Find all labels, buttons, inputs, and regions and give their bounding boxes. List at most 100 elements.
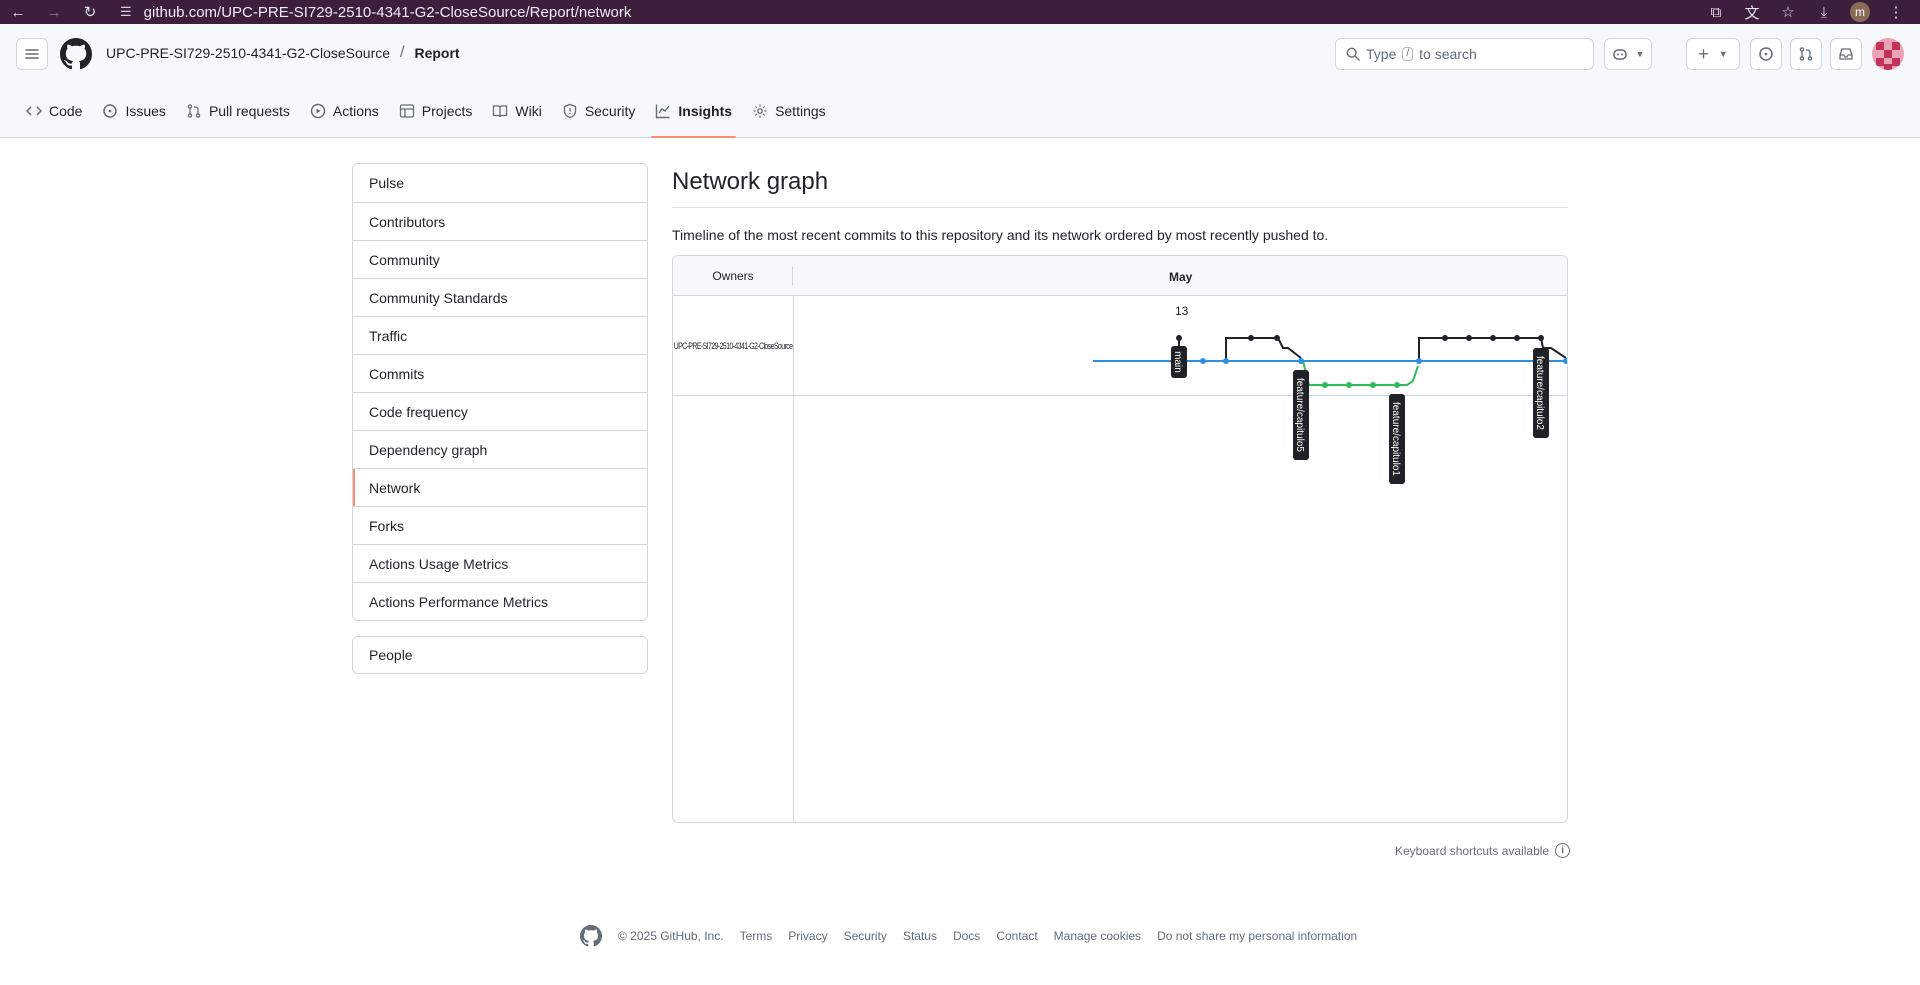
repo-link[interactable]: Report xyxy=(414,45,459,61)
keyboard-shortcuts-text: Keyboard shortcuts available xyxy=(1395,843,1550,858)
copilot-icon xyxy=(1612,49,1627,60)
footer-link-privacy[interactable]: Privacy xyxy=(788,929,827,943)
footer: © 2025 GitHub, Inc. Terms Privacy Security… xyxy=(580,925,1357,947)
footer-link-contact[interactable]: Contact xyxy=(996,929,1037,943)
tab-label: Settings xyxy=(775,103,826,119)
sidebar-item-dependency-graph[interactable]: Dependency graph xyxy=(353,430,647,468)
tab-security[interactable]: Security xyxy=(552,84,646,138)
code-icon xyxy=(26,106,42,116)
sidebar-item-commits[interactable]: Commits xyxy=(353,354,647,392)
sidebar-item-traffic[interactable]: Traffic xyxy=(353,316,647,354)
back-icon[interactable]: ← xyxy=(0,0,36,24)
sidebar-item-network[interactable]: Network xyxy=(353,468,647,506)
github-logo-icon[interactable] xyxy=(60,38,92,70)
sidebar-item-code-frequency[interactable]: Code frequency xyxy=(353,392,647,430)
tab-actions[interactable]: Actions xyxy=(300,84,389,138)
sidebar-item-forks[interactable]: Forks xyxy=(353,506,647,544)
avatar[interactable] xyxy=(1872,38,1904,70)
sidebar-item-contributors[interactable]: Contributors xyxy=(353,202,647,240)
footer-link-manage-cookies[interactable]: Manage cookies xyxy=(1054,929,1141,943)
bookmark-star-icon[interactable]: ☆ xyxy=(1772,0,1804,24)
tab-projects[interactable]: Projects xyxy=(389,84,483,138)
sidebar-item-pulse[interactable]: Pulse xyxy=(353,164,647,202)
page-description: Timeline of the most recent commits to t… xyxy=(672,227,1329,243)
tab-pull-requests[interactable]: Pull requests xyxy=(176,84,300,138)
footer-link-security[interactable]: Security xyxy=(844,929,887,943)
play-icon xyxy=(310,103,326,119)
tab-label: Security xyxy=(584,103,636,119)
commit-dot xyxy=(1370,382,1376,388)
sidebar-item-community-standards[interactable]: Community Standards xyxy=(353,278,647,316)
people-sidebar: People xyxy=(352,636,648,674)
search-input[interactable]: Type / to search xyxy=(1335,38,1594,70)
tab-label: Code xyxy=(49,103,83,119)
tab-label: Pull requests xyxy=(208,103,290,119)
footer-link-do-not-share-my-personal-information[interactable]: Do not share my personal information xyxy=(1157,929,1357,943)
browser-menu-icon[interactable]: ⋮ xyxy=(1880,0,1912,24)
search-placeholder-suffix: to search xyxy=(1419,46,1477,62)
reload-icon[interactable]: ↻ xyxy=(72,0,108,24)
table-icon xyxy=(399,104,414,118)
github-footer-logo-icon[interactable] xyxy=(580,925,602,947)
repo-header: UPC-PRE-SI729-2510-4341-G2-CloseSource /… xyxy=(0,24,1920,138)
commit-dot xyxy=(1416,358,1422,364)
create-new-button[interactable]: + ▼ xyxy=(1686,38,1740,70)
keyboard-shortcuts-hint[interactable]: Keyboard shortcuts available i xyxy=(1395,843,1571,858)
tab-code[interactable]: Code xyxy=(16,84,92,138)
tab-label: Projects xyxy=(421,103,473,119)
repo-navigation: Code Issues Pull requests Actions Projects Wi… xyxy=(16,84,836,138)
branch-label-capitulo5: feature/capitulo5 xyxy=(1293,370,1309,460)
profile-button[interactable]: m xyxy=(1844,0,1876,24)
commit-dot xyxy=(1563,358,1567,364)
network-graph-canvas: main feature/capitulo5 feature/capitulo1… xyxy=(1093,335,1567,484)
commit-dot xyxy=(1394,382,1400,388)
search-placeholder-prefix: Type xyxy=(1366,46,1397,62)
forward-icon[interactable]: → xyxy=(36,0,72,24)
page-title: Network graph xyxy=(672,168,829,195)
owner-link[interactable]: UPC-PRE-SI729-2510-4341-G2-CloseSource xyxy=(106,45,390,61)
download-icon[interactable]: ⤓ xyxy=(1808,0,1840,24)
pull-request-icon xyxy=(187,104,201,118)
pull-requests-button[interactable] xyxy=(1790,38,1822,70)
tab-label: Wiki xyxy=(515,103,542,119)
menu-icon xyxy=(25,49,39,59)
commit-dot xyxy=(1322,382,1328,388)
address-bar[interactable]: ☰ github.com/UPC-PRE-SI729-2510-4341-G2-… xyxy=(120,0,631,24)
sidebar-item-community[interactable]: Community xyxy=(353,240,647,278)
footer-link-docs[interactable]: Docs xyxy=(953,929,980,943)
tab-label: Insights xyxy=(678,103,733,119)
tab-insights[interactable]: Insights xyxy=(645,84,742,138)
footer-link-terms[interactable]: Terms xyxy=(740,929,773,943)
search-shortcut-key: / xyxy=(1402,47,1414,61)
pull-request-icon xyxy=(1799,47,1813,61)
install-icon[interactable]: ⧉ xyxy=(1700,0,1732,24)
info-icon: i xyxy=(1555,843,1571,858)
network-graph[interactable]: Owners May UPC-PRE-SI729-2510-4341-G2-Cl… xyxy=(672,255,1568,823)
chevron-down-icon: ▼ xyxy=(1718,49,1728,59)
commit-dot xyxy=(1298,358,1304,364)
branch-label-text: main xyxy=(1172,351,1183,373)
gear-icon xyxy=(753,104,767,118)
sidebar-item-actions-usage-metrics[interactable]: Actions Usage Metrics xyxy=(353,544,647,582)
branch-label-text: feature/capitulo2 xyxy=(1534,356,1545,430)
inbox-button[interactable] xyxy=(1830,38,1862,70)
branch-label-main: main xyxy=(1171,346,1187,378)
hamburger-menu-button[interactable] xyxy=(16,38,48,70)
black-branch-line-1 xyxy=(1225,337,1302,361)
issues-button[interactable] xyxy=(1750,38,1782,70)
browser-toolbar: ← → ↻ ☰ github.com/UPC-PRE-SI729-2510-43… xyxy=(0,0,1920,24)
tab-wiki[interactable]: Wiki xyxy=(482,84,551,138)
issue-icon xyxy=(1759,47,1773,61)
sidebar-item-actions-performance-metrics[interactable]: Actions Performance Metrics xyxy=(353,582,647,620)
shield-icon xyxy=(563,103,576,119)
copilot-button[interactable]: ▼ xyxy=(1604,38,1652,70)
chevron-down-icon: ▼ xyxy=(1635,49,1645,59)
tab-settings[interactable]: Settings xyxy=(742,84,836,138)
translate-icon[interactable]: 文 xyxy=(1736,0,1768,24)
site-info-icon[interactable]: ☰ xyxy=(120,4,132,20)
footer-link-status[interactable]: Status xyxy=(903,929,937,943)
commit-dot xyxy=(1490,335,1496,341)
sidebar-item-people[interactable]: People xyxy=(353,637,647,673)
graph-icon xyxy=(656,104,670,119)
tab-issues[interactable]: Issues xyxy=(92,84,175,138)
